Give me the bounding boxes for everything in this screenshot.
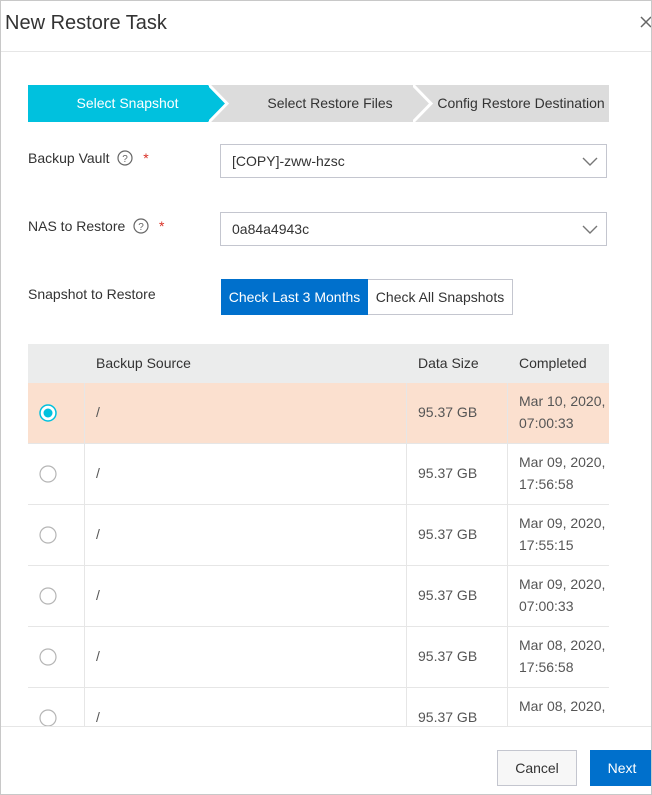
radio-unselected[interactable] [39, 709, 57, 726]
column-divider [84, 505, 85, 566]
cell-completed-date: Mar 09, 2020, [519, 576, 606, 592]
nas-to-restore-label: NAS to Restore ? * [28, 218, 165, 234]
nas-to-restore-value: 0a84a4943c [232, 221, 310, 237]
required-asterisk: * [143, 150, 149, 166]
column-divider [406, 444, 407, 505]
check-all-snapshots-button[interactable]: Check All Snapshots [368, 279, 513, 315]
cell-backup-source: / [96, 709, 100, 725]
step-select-restore-files: Select Restore Files [209, 85, 431, 122]
cell-backup-source: / [96, 465, 100, 481]
cell-data-size: 95.37 GB [418, 587, 478, 603]
step-label: Select Snapshot [76, 95, 179, 111]
cancel-button[interactable]: Cancel [497, 750, 577, 786]
svg-text:?: ? [123, 154, 129, 165]
cell-completed-time: 17:56:58 [519, 476, 574, 492]
column-divider [84, 444, 85, 505]
cell-completed-date: Mar 10, 2020, [519, 393, 606, 409]
cell-completed-date: Mar 09, 2020, [519, 515, 606, 531]
table-row[interactable]: / 95.37 GB Mar 08, 2020, 17:56:58 [28, 627, 609, 688]
cell-backup-source: / [96, 526, 100, 542]
backup-vault-label: Backup Vault ? * [28, 150, 149, 166]
cell-completed-time: 17:56:58 [519, 659, 574, 675]
column-divider [507, 688, 508, 726]
dialog-header: New Restore Task [1, 1, 651, 52]
svg-text:?: ? [138, 222, 144, 233]
backup-vault-value: [COPY]-zww-hzsc [232, 153, 345, 169]
column-divider [406, 688, 407, 726]
column-divider [84, 566, 85, 627]
column-divider [84, 627, 85, 688]
column-divider [507, 566, 508, 627]
restore-task-dialog: New Restore Task Select Snapshot Select … [0, 0, 652, 795]
close-icon[interactable] [639, 13, 652, 33]
cell-completed-time: 07:00:33 [519, 415, 574, 431]
table-row[interactable]: / 95.37 GB Mar 09, 2020, 17:56:58 [28, 444, 609, 505]
chevron-down-icon [582, 225, 598, 234]
table-row[interactable]: / 95.37 GB Mar 09, 2020, 07:00:33 [28, 566, 609, 627]
chevron-down-icon [582, 157, 598, 166]
header-data-size: Data Size [418, 355, 479, 371]
step-label: Config Restore Destination [437, 95, 605, 111]
check-last-3-months-button[interactable]: Check Last 3 Months [221, 279, 368, 315]
cell-backup-source: / [96, 404, 100, 420]
next-button[interactable]: Next [590, 750, 651, 786]
header-backup-source: Backup Source [96, 355, 191, 371]
radio-unselected[interactable] [39, 587, 57, 605]
snapshot-to-restore-label: Snapshot to Restore [28, 286, 156, 302]
column-divider [84, 688, 85, 726]
column-divider [406, 566, 407, 627]
column-divider [507, 383, 508, 444]
cell-data-size: 95.37 GB [418, 648, 478, 664]
radio-selected[interactable] [39, 404, 57, 422]
radio-unselected[interactable] [39, 465, 57, 483]
column-divider [507, 444, 508, 505]
cell-completed-date: Mar 08, 2020, [519, 637, 606, 653]
radio-unselected[interactable] [39, 648, 57, 666]
column-divider [507, 505, 508, 566]
help-icon[interactable]: ? [117, 150, 133, 166]
table-row[interactable]: / 95.37 GB Mar 08, 2020, [28, 688, 609, 726]
table-row[interactable]: / 95.37 GB Mar 09, 2020, 17:55:15 [28, 505, 609, 566]
backup-vault-label-text: Backup Vault [28, 150, 110, 166]
cell-backup-source: / [96, 648, 100, 664]
cell-data-size: 95.37 GB [418, 709, 478, 725]
dialog-footer: Cancel Next [1, 726, 651, 794]
table-header: Backup Source Data Size Completed [28, 344, 609, 383]
column-divider [84, 383, 85, 444]
required-asterisk: * [159, 218, 165, 234]
column-divider [507, 627, 508, 688]
cell-backup-source: / [96, 587, 100, 603]
cell-completed-date: Mar 09, 2020, [519, 454, 606, 470]
cell-data-size: 95.37 GB [418, 404, 478, 420]
cell-completed-date: Mar 08, 2020, [519, 698, 606, 714]
cell-data-size: 95.37 GB [418, 526, 478, 542]
table-row[interactable]: / 95.37 GB Mar 10, 2020, 07:00:33 [28, 383, 609, 444]
nas-to-restore-select[interactable]: 0a84a4943c [220, 212, 607, 246]
column-divider [406, 505, 407, 566]
cell-completed-time: 17:55:15 [519, 537, 574, 553]
help-icon[interactable]: ? [133, 218, 149, 234]
column-divider [406, 627, 407, 688]
column-divider [406, 383, 407, 444]
cell-completed-time: 07:00:33 [519, 598, 574, 614]
dialog-body: Select Snapshot Select Restore Files Con… [1, 52, 651, 726]
cell-data-size: 95.37 GB [418, 465, 478, 481]
step-indicator: Select Snapshot Select Restore Files Con… [28, 85, 609, 122]
dialog-title: New Restore Task [5, 12, 167, 34]
step-select-snapshot: Select Snapshot [28, 85, 227, 122]
radio-unselected[interactable] [39, 526, 57, 544]
step-label: Select Restore Files [267, 95, 393, 111]
header-completed: Completed [519, 355, 587, 371]
step-config-restore-destination: Config Restore Destination [413, 85, 609, 122]
backup-vault-select[interactable]: [COPY]-zww-hzsc [220, 144, 607, 178]
nas-to-restore-label-text: NAS to Restore [28, 218, 126, 234]
